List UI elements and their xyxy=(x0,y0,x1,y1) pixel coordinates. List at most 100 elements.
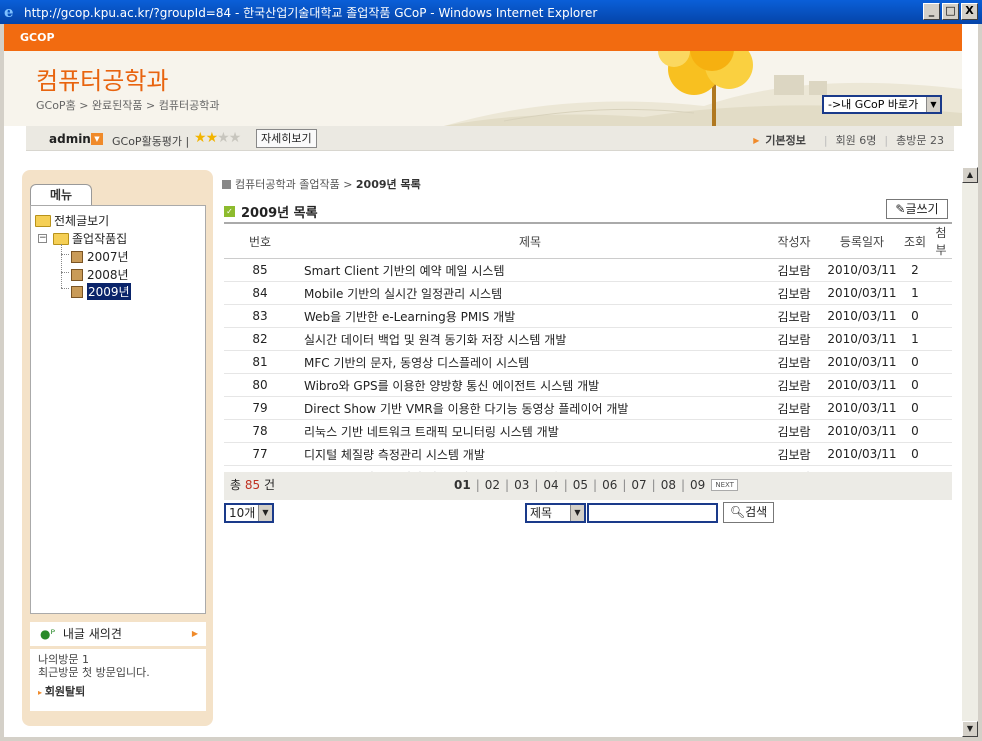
menu-tab[interactable]: 메뉴 xyxy=(30,184,92,206)
board-icon xyxy=(71,250,83,263)
page-link[interactable]: 08 xyxy=(661,478,676,492)
pager-divider: | xyxy=(593,478,598,492)
left-sidebar: 메뉴 전체글보기 − 졸업작품집 2007년 2008년 2009년 ●ᴾ 내글… xyxy=(22,170,213,726)
username[interactable]: admin xyxy=(49,132,91,146)
page-link[interactable]: 02 xyxy=(485,478,500,492)
per-page-value: 10개 xyxy=(229,506,256,520)
row-title-link[interactable]: Wibro와 GPS를 이용한 양방향 통신 에이전트 시스템 개발 xyxy=(296,373,764,397)
page-link[interactable]: 07 xyxy=(631,478,646,492)
star-empty-icon: ★ xyxy=(217,130,230,146)
table-row[interactable]: 79 Direct Show 기반 VMR을 이용한 다기능 동영상 플레이어 개… xyxy=(224,396,952,420)
row-title-link[interactable]: Smart Client 기반의 예약 메일 시스템 xyxy=(296,258,764,282)
scroll-up-button[interactable]: ▲ xyxy=(962,167,978,183)
table-row[interactable]: 85 Smart Client 기반의 예약 메일 시스템 김보람 2010/03/1… xyxy=(224,258,952,282)
breadcrumb-sep: > xyxy=(79,99,89,112)
row-number: 80 xyxy=(224,373,296,397)
my-gcop-select[interactable]: ->내 GCoP 바로가 ▼ xyxy=(822,95,942,114)
maximize-button[interactable]: □ xyxy=(942,3,959,20)
row-title-link[interactable]: 실시간 데이터 백업 및 원격 동기화 저장 시스템 개발 xyxy=(296,327,764,351)
table-row[interactable]: 83 Web을 기반한 e-Learning용 PMIS 개발 김보람 2010/03… xyxy=(224,304,952,328)
tree-item-all[interactable]: 전체글보기 xyxy=(35,212,109,229)
table-row[interactable]: 77 디지털 체질량 측정관리 시스템 개발 김보람 2010/03/11 0 xyxy=(224,442,952,466)
table-row[interactable]: 78 리눅스 기반 네트워크 트래픽 모니터링 시스템 개발 김보람 2010/03/… xyxy=(224,419,952,443)
tree-item-graduation[interactable]: 졸업작품집 xyxy=(53,230,127,247)
chevron-down-icon: ▼ xyxy=(570,505,584,521)
search-button[interactable]: 🔍︎검색 xyxy=(723,502,774,523)
row-date: 2010/03/11 xyxy=(824,396,900,420)
row-views: 0 xyxy=(900,442,930,466)
page-link[interactable]: 05 xyxy=(573,478,588,492)
row-views: 0 xyxy=(900,304,930,328)
detail-button[interactable]: 자세히보기 xyxy=(256,129,317,148)
row-title-link[interactable]: Mobile 기반의 실시간 일정관리 시스템 xyxy=(296,281,764,305)
content-breadcrumb-parent[interactable]: 컴퓨터공학과 졸업작품 > xyxy=(235,178,356,191)
table-row[interactable]: 81 MFC 기반의 문자, 동영상 디스플레이 시스템 김보람 2010/03/11… xyxy=(224,350,952,374)
board-icon xyxy=(71,268,83,281)
breadcrumb-completed[interactable]: 완료된작품 xyxy=(92,99,143,112)
vertical-scrollbar[interactable]: ▲ ▼ xyxy=(962,167,978,737)
search-field-select[interactable]: 제목 ▼ xyxy=(525,503,586,523)
row-attach xyxy=(930,304,952,328)
row-title-link[interactable]: 디지털 체질량 측정관리 시스템 개발 xyxy=(296,442,764,466)
basic-info-link[interactable]: 기본정보 xyxy=(765,132,805,148)
row-views: 1 xyxy=(900,281,930,305)
col-attach: 첨부 xyxy=(930,222,952,259)
row-number: 77 xyxy=(224,442,296,466)
pager-divider: | xyxy=(651,478,656,492)
tree-connector xyxy=(61,244,62,288)
pagination: 01 | 02 | 03 | 04 | 05 | 06 | 07 | 08 | 09 NEXT xyxy=(454,478,738,492)
content-breadcrumb: 컴퓨터공학과 졸업작품 > 2009년 목록 xyxy=(222,176,421,192)
member-count: 회원 6명 xyxy=(835,134,877,147)
row-author: 김보람 xyxy=(764,350,824,374)
per-page-select[interactable]: 10개 ▼ xyxy=(224,503,274,523)
row-title-link[interactable]: Direct Show 기반 VMR을 이용한 다기능 동영상 플레이어 개발 xyxy=(296,396,764,420)
close-button[interactable]: X xyxy=(961,3,978,20)
my-comments-link[interactable]: ●ᴾ 내글 새의견 ▶ xyxy=(30,622,206,646)
tree-item-2007-label: 2007년 xyxy=(87,250,129,264)
row-views: 1 xyxy=(900,327,930,351)
page-link[interactable]: 06 xyxy=(602,478,617,492)
row-title-link[interactable]: 리눅스 기반 네트워크 트래픽 모니터링 시스템 개발 xyxy=(296,419,764,443)
list-footer: 총 85 건 01 | 02 | 03 | 04 | 05 | 06 | 07 | 08 | 09 NEXT xyxy=(224,472,952,500)
chevron-down-icon: ▼ xyxy=(926,97,940,112)
search-icon: 🔍︎ xyxy=(729,505,746,519)
row-attach xyxy=(930,442,952,466)
breadcrumb-sep: > xyxy=(146,99,156,112)
page-link[interactable]: 03 xyxy=(514,478,529,492)
ie-logo-icon: e xyxy=(4,3,14,21)
breadcrumb-home[interactable]: GCoP홈 xyxy=(36,99,76,112)
write-button[interactable]: ✎글쓰기 xyxy=(886,199,948,219)
row-date: 2010/03/11 xyxy=(824,304,900,328)
total-suffix: 건 xyxy=(263,478,276,492)
caret-right-icon: ▶ xyxy=(191,629,198,638)
page-link[interactable]: 01 xyxy=(454,478,471,492)
breadcrumb-dept[interactable]: 컴퓨터공학과 xyxy=(159,99,220,112)
row-title-link[interactable]: Web을 기반한 e-Learning용 PMIS 개발 xyxy=(296,304,764,328)
tree-connector xyxy=(61,288,69,289)
total-count-value: 85 xyxy=(244,478,261,492)
tree-connector xyxy=(61,254,69,255)
table-row[interactable]: 82 실시간 데이터 백업 및 원격 동기화 저장 시스템 개발 김보람 2010/0… xyxy=(224,327,952,351)
tree-item-2009[interactable]: 2009년 xyxy=(71,283,131,300)
row-date: 2010/03/11 xyxy=(824,350,900,374)
table-row[interactable]: 80 Wibro와 GPS를 이용한 양방향 통신 에이전트 시스템 개발 김보람 2… xyxy=(224,373,952,397)
content-breadcrumb-current: 2009년 목록 xyxy=(355,178,421,191)
page-link[interactable]: 09 xyxy=(690,478,705,492)
site-logo[interactable]: GCOP xyxy=(20,31,55,44)
site-header: 컴퓨터공학과 GCoP홈 > 완료된작품 > 컴퓨터공학과 ->내 GCoP 바… xyxy=(4,51,962,126)
board-tree: 전체글보기 − 졸업작품집 2007년 2008년 2009년 xyxy=(30,205,206,614)
row-title-link[interactable]: MFC 기반의 문자, 동영상 디스플레이 시스템 xyxy=(296,350,764,374)
tree-item-2007[interactable]: 2007년 xyxy=(71,248,129,265)
tree-item-2008[interactable]: 2008년 xyxy=(71,266,129,283)
collapse-toggle-icon[interactable]: − xyxy=(38,234,47,243)
search-input[interactable] xyxy=(587,503,718,523)
list-title: ✓ 2009년 목록 xyxy=(224,202,318,221)
table-row[interactable]: 84 Mobile 기반의 실시간 일정관리 시스템 김보람 2010/03/11 1 xyxy=(224,281,952,305)
row-number: 79 xyxy=(224,396,296,420)
user-menu-dropdown-icon[interactable]: ▼ xyxy=(91,133,103,145)
next-page-button[interactable]: NEXT xyxy=(711,479,738,491)
withdraw-link[interactable]: 회원탈퇴 xyxy=(38,685,198,699)
scroll-down-button[interactable]: ▼ xyxy=(962,721,978,737)
minimize-button[interactable]: _ xyxy=(923,3,940,20)
page-link[interactable]: 04 xyxy=(543,478,558,492)
